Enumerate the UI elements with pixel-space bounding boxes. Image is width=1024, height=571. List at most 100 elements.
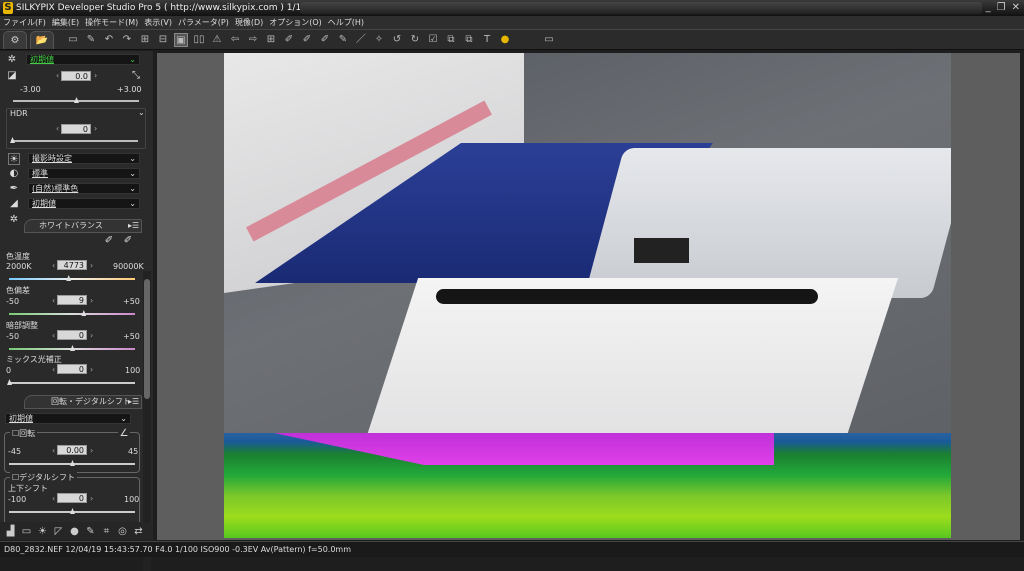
gray-picker-icon[interactable]: ✐	[300, 33, 314, 47]
tab-folder-icon[interactable]: 📂	[30, 30, 54, 49]
mix-input[interactable]: 0	[57, 364, 87, 374]
menu-edit[interactable]: 編集(E)	[52, 17, 79, 28]
histogram-icon[interactable]: ▟	[4, 525, 17, 538]
photo-preview[interactable]	[224, 53, 951, 538]
exposure-icon[interactable]: ☀	[36, 525, 49, 538]
sharpen-icon[interactable]: ✎	[84, 525, 97, 538]
menu-view[interactable]: 表示(V)	[144, 17, 172, 28]
tone-dropdown[interactable]: 標準 ⌄	[28, 168, 140, 179]
temp-input[interactable]: 4773	[57, 260, 87, 270]
decrement-arrow[interactable]: ‹	[52, 365, 55, 374]
increment-arrow[interactable]: ›	[90, 446, 93, 455]
develop-icon[interactable]: ✎	[84, 33, 98, 47]
menu-parameter[interactable]: パラメータ(P)	[178, 17, 229, 28]
open-folder-icon[interactable]: ▭	[66, 33, 80, 47]
temp-slider[interactable]	[9, 278, 135, 280]
tab-develop-icon[interactable]: ⚙	[3, 30, 27, 49]
increment-arrow[interactable]: ›	[90, 261, 93, 270]
decrement-arrow[interactable]: ‹	[52, 296, 55, 305]
next-icon[interactable]: ⇨	[246, 33, 260, 47]
lens-icon[interactable]: ⌗	[100, 525, 113, 538]
decrement-arrow[interactable]: ‹	[52, 446, 55, 455]
menu-options[interactable]: オプション(O)	[269, 17, 322, 28]
grid-view-icon[interactable]: ⊞	[138, 33, 152, 47]
image-viewer[interactable]	[157, 53, 1020, 540]
undo-icon[interactable]: ↶	[102, 33, 116, 47]
mix-slider[interactable]	[9, 382, 135, 384]
rotation-title: 回転・デジタルシフト	[51, 397, 131, 406]
single-view-icon[interactable]: ▣	[174, 32, 188, 47]
rotate-left-icon[interactable]: ↺	[390, 33, 404, 47]
panel-menu-icon[interactable]: ▸☰	[128, 221, 139, 230]
decrement-arrow[interactable]: ‹	[52, 494, 55, 503]
brush-icon[interactable]: ／	[354, 33, 368, 47]
rotation-icon[interactable]: ◎	[116, 525, 129, 538]
shooting-dropdown[interactable]: 撮影時設定 ⌄	[28, 153, 140, 164]
grid-overlay-icon[interactable]: ⊞	[264, 33, 278, 47]
white-balance-header[interactable]: ホワイトバランス	[24, 219, 142, 233]
hammer-icon[interactable]: T	[480, 33, 494, 47]
decrement-arrow[interactable]: ‹	[52, 331, 55, 340]
exposure-preset-dropdown[interactable]: 初期値 ⌄	[26, 54, 140, 65]
wb-picker-icon[interactable]: ✐	[282, 33, 296, 47]
split-view-icon[interactable]: ⊟	[156, 33, 170, 47]
tint-slider[interactable]	[9, 313, 135, 315]
digital-shift-checkbox[interactable]: ☐デジタルシフト	[10, 472, 78, 483]
shadow-input[interactable]: 0	[57, 330, 87, 340]
warning-icon[interactable]: ⚠	[210, 33, 224, 47]
decrement-arrow[interactable]: ‹	[52, 261, 55, 270]
tone-label: 標準	[32, 169, 48, 178]
close-button[interactable]: ✕	[1012, 2, 1020, 13]
rotation-input[interactable]: 0.00	[57, 445, 87, 455]
increment-arrow[interactable]: ›	[90, 331, 93, 340]
paste-params-icon[interactable]: ⧉	[462, 33, 476, 47]
fullscreen-icon[interactable]: ▭	[542, 33, 556, 47]
hdr-slider[interactable]	[12, 140, 138, 142]
restore-button[interactable]: ❐	[997, 2, 1006, 13]
rotation-header[interactable]: 回転・デジタルシフト	[24, 395, 142, 409]
sharpness-dropdown[interactable]: 初期値 ⌄	[28, 198, 140, 209]
color-dropdown[interactable]: (自然)標準色 ⌄	[28, 183, 140, 194]
copy-params-icon[interactable]: ⧉	[444, 33, 458, 47]
increment-arrow[interactable]: ›	[90, 296, 93, 305]
menu-help[interactable]: ヘルプ(H)	[328, 17, 364, 28]
color-ball-icon[interactable]: ●	[68, 525, 81, 538]
curve-icon[interactable]: ◸	[52, 525, 65, 538]
vshift-label: 上下シフト	[8, 484, 48, 493]
hdr-input[interactable]: 0	[61, 124, 91, 134]
edit-icon[interactable]: ✎	[336, 33, 350, 47]
silkypix-icon[interactable]: ●	[498, 33, 512, 47]
menu-develop[interactable]: 現像(D)	[235, 17, 263, 28]
minimize-button[interactable]: _	[986, 2, 991, 13]
tint-input[interactable]: 9	[57, 295, 87, 305]
comment-icon[interactable]: ▭	[20, 525, 33, 538]
rotation-checkbox[interactable]: ☐回転	[10, 428, 38, 439]
vshift-input[interactable]: 0	[57, 493, 87, 503]
wb-picker-icon[interactable]: ✐	[103, 235, 115, 247]
skin-picker-icon[interactable]: ✐	[318, 33, 332, 47]
hdr-chevron-icon[interactable]: ⌄	[138, 108, 145, 117]
spot-icon[interactable]: ✧	[372, 33, 386, 47]
increment-arrow[interactable]: ›	[90, 365, 93, 374]
tools-gear-icon: ✲	[9, 214, 19, 225]
rotation-preset-dropdown[interactable]: 初期値 ⌄	[5, 413, 131, 424]
check-icon[interactable]: ☑	[426, 33, 440, 47]
swap-icon[interactable]: ⇄	[132, 525, 145, 538]
wb-auto-icon[interactable]: ✐	[122, 235, 134, 247]
increment-arrow[interactable]: ›	[90, 494, 93, 503]
prev-icon[interactable]: ⇦	[228, 33, 242, 47]
rotate-right-icon[interactable]: ↻	[408, 33, 422, 47]
increment-arrow[interactable]: ›	[94, 124, 97, 133]
compare-view-icon[interactable]: ▯▯	[192, 33, 206, 47]
increment-arrow[interactable]: ›	[94, 71, 97, 80]
menu-mode[interactable]: 操作モード(M)	[85, 17, 138, 28]
menu-file[interactable]: ファイル(F)	[3, 17, 46, 28]
decrement-arrow[interactable]: ‹	[56, 71, 59, 80]
angle-icon[interactable]: ∠	[118, 428, 130, 440]
auto-exposure-icon[interactable]: ⤡	[130, 70, 142, 82]
decrement-arrow[interactable]: ‹	[56, 124, 59, 133]
scrollbar-thumb[interactable]	[144, 279, 150, 399]
redo-icon[interactable]: ↷	[120, 33, 134, 47]
exposure-input[interactable]: 0.0	[61, 71, 91, 81]
panel-menu-icon[interactable]: ▸☰	[128, 397, 139, 406]
